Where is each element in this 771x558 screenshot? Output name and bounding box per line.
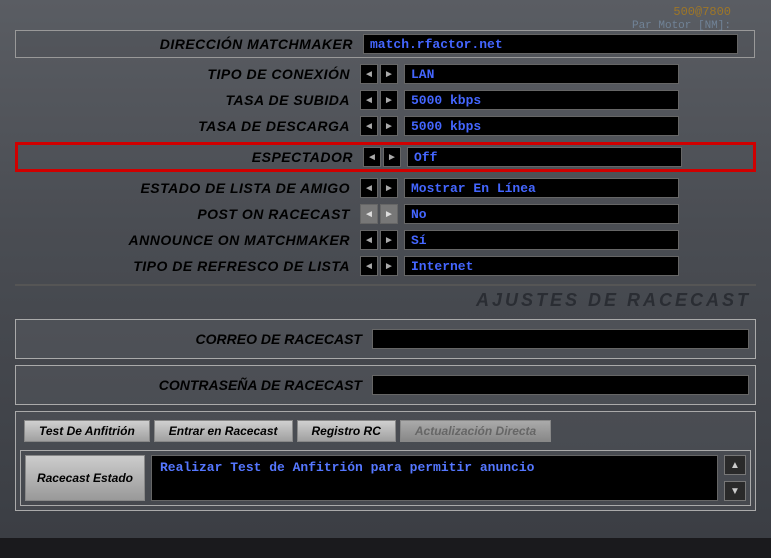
spectator-label: ESPECTADOR — [18, 149, 363, 165]
refresh-label: TIPO DE REFRESCO DE LISTA — [15, 258, 360, 274]
status-scroll-down-icon[interactable]: ▼ — [724, 481, 746, 501]
matchmaker-value[interactable]: match.rfactor.net — [363, 34, 738, 54]
conn-type-label: TIPO DE CONEXIÓN — [15, 66, 360, 82]
upload-next-icon[interactable]: ► — [380, 90, 398, 110]
download-next-icon[interactable]: ► — [380, 116, 398, 136]
download-label: TASA DE DESCARGA — [15, 118, 360, 134]
divider — [15, 284, 756, 286]
rc-pass-input[interactable] — [372, 375, 749, 395]
announce-value[interactable]: Sí — [404, 230, 679, 250]
refresh-value[interactable]: Internet — [404, 256, 679, 276]
friends-label: ESTADO DE LISTA DE AMIGO — [15, 180, 360, 196]
matchmaker-label: DIRECCIÓN MATCHMAKER — [18, 36, 363, 52]
announce-prev-icon[interactable]: ◄ — [360, 230, 378, 250]
racecast-section-title: AJUSTES DE RACECAST — [0, 290, 771, 311]
upload-label: TASA DE SUBIDA — [15, 92, 360, 108]
friends-next-icon[interactable]: ► — [380, 178, 398, 198]
conn-type-value[interactable]: LAN — [404, 64, 679, 84]
racecast-post-prev-icon[interactable]: ◄ — [360, 204, 378, 224]
download-value[interactable]: 5000 kbps — [404, 116, 679, 136]
announce-label: ANNOUNCE ON MATCHMAKER — [15, 232, 360, 248]
spectator-prev-icon[interactable]: ◄ — [363, 147, 381, 167]
bg-text-1: 500@7800 — [673, 5, 731, 19]
friends-prev-icon[interactable]: ◄ — [360, 178, 378, 198]
status-scroll-up-icon[interactable]: ▲ — [724, 455, 746, 475]
friends-value[interactable]: Mostrar En Línea — [404, 178, 679, 198]
rc-email-label: CORREO DE RACECAST — [22, 331, 372, 347]
download-prev-icon[interactable]: ◄ — [360, 116, 378, 136]
racecast-post-next-icon[interactable]: ► — [380, 204, 398, 224]
rc-email-input[interactable] — [372, 329, 749, 349]
bg-text-2: Par Motor [NM]: — [632, 20, 731, 32]
footer-shadow — [0, 538, 771, 558]
announce-next-icon[interactable]: ► — [380, 230, 398, 250]
racecast-post-value[interactable]: No — [404, 204, 679, 224]
status-label: Racecast Estado — [25, 455, 145, 501]
refresh-next-icon[interactable]: ► — [380, 256, 398, 276]
direct-update-button[interactable]: Actualización Directa — [400, 420, 551, 442]
conn-type-next-icon[interactable]: ► — [380, 64, 398, 84]
host-test-button[interactable]: Test De Anfitrión — [24, 420, 150, 442]
spectator-next-icon[interactable]: ► — [383, 147, 401, 167]
racecast-post-label: POST ON RACECAST — [15, 206, 360, 222]
spectator-value[interactable]: Off — [407, 147, 682, 167]
register-rc-button[interactable]: Registro RC — [297, 420, 396, 442]
upload-value[interactable]: 5000 kbps — [404, 90, 679, 110]
rc-pass-label: CONTRASEÑA DE RACECAST — [22, 377, 372, 393]
spectator-row-highlighted: ESPECTADOR ◄ ► Off — [15, 142, 756, 172]
enter-racecast-button[interactable]: Entrar en Racecast — [154, 420, 293, 442]
refresh-prev-icon[interactable]: ◄ — [360, 256, 378, 276]
conn-type-prev-icon[interactable]: ◄ — [360, 64, 378, 84]
status-text: Realizar Test de Anfitrión para permitir… — [151, 455, 718, 501]
upload-prev-icon[interactable]: ◄ — [360, 90, 378, 110]
